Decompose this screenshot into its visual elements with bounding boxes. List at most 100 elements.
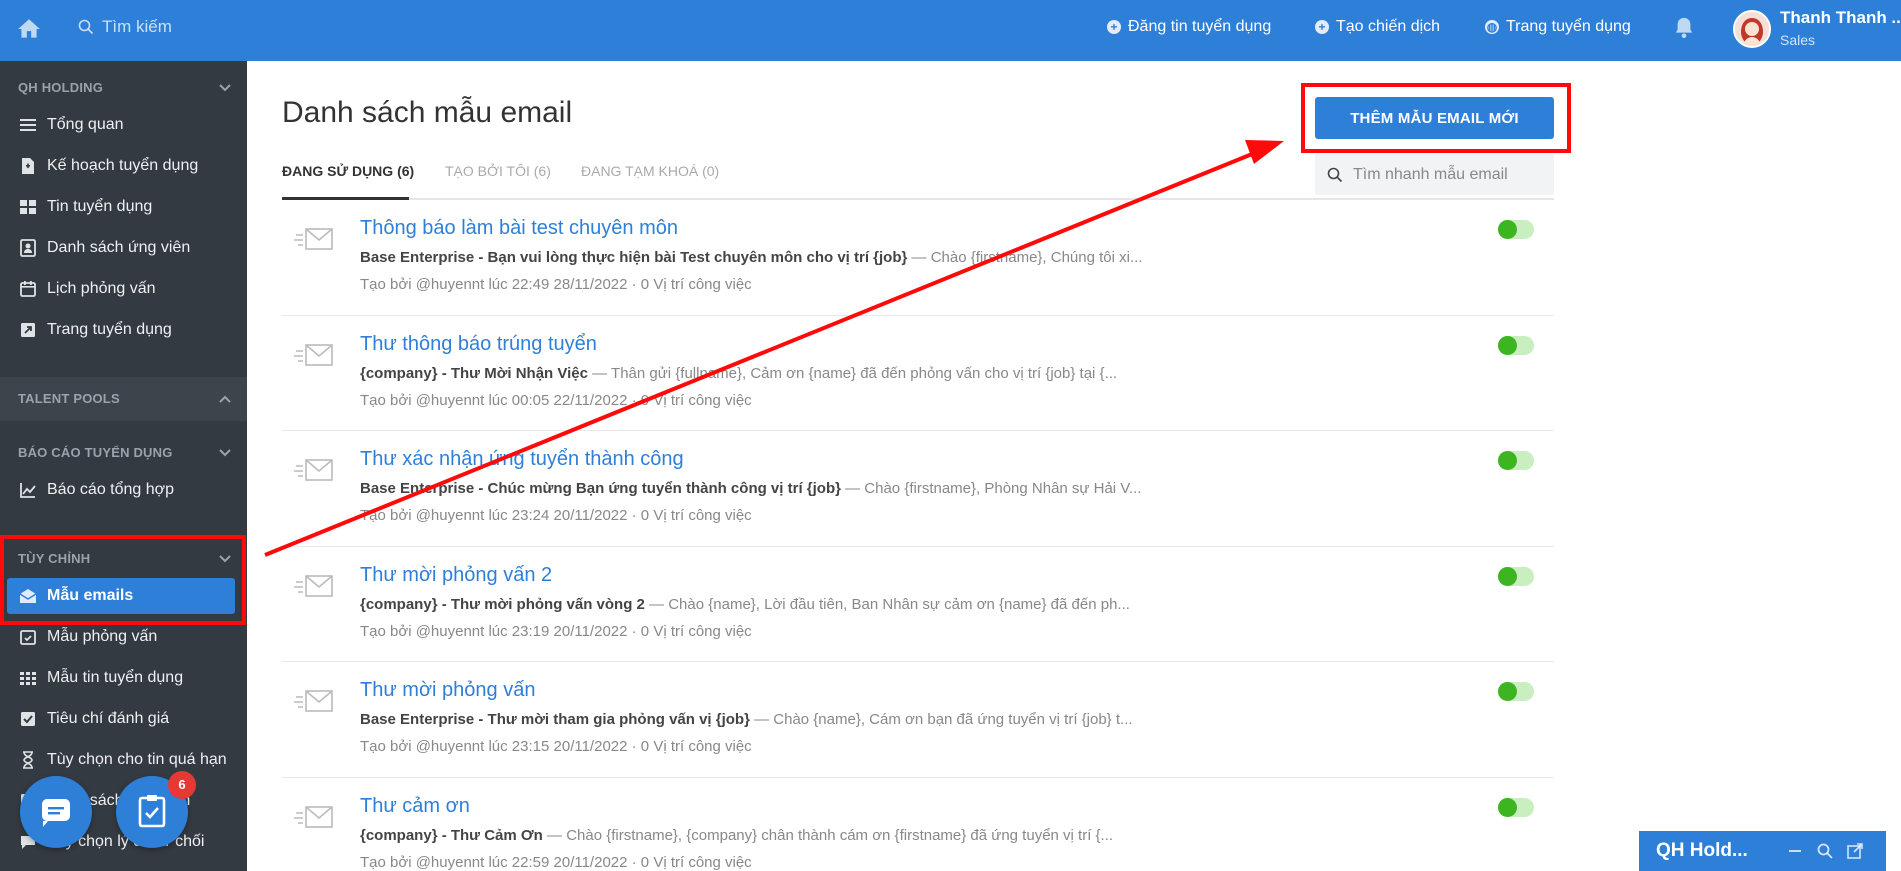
template-meta: Tạo bởi @huyennt lúc 22:49 28/11/2022 · …: [360, 276, 752, 293]
mini-panel-title: QH Hold...: [1656, 840, 1748, 861]
list-item[interactable]: Thư xác nhận ứng tuyển thành công Base E…: [282, 431, 1554, 547]
active-toggle[interactable]: [1498, 797, 1534, 817]
template-title[interactable]: Thư xác nhận ứng tuyển thành công: [360, 448, 684, 471]
list-item[interactable]: Thư cảm ơn {company} - Thư Cảm Ơn — Chào…: [282, 778, 1554, 871]
section-title: QH HOLDING: [18, 80, 104, 95]
sidebar-item-label: Tin tuyển dụng: [47, 198, 153, 215]
envelope-icon: [294, 574, 333, 597]
sidebar-item-interview-schedule[interactable]: Lịch phỏng vấn: [7, 271, 235, 307]
section-recruitment-report[interactable]: BÁO CÁO TUYỂN DỤNG: [0, 433, 247, 473]
task-count-badge: 6: [168, 771, 196, 799]
template-preview: — Chào {firstname}, Chúng tôi xi...: [907, 249, 1143, 266]
email-template-list: Thông báo làm bài test chuyên môn Base E…: [282, 200, 1554, 871]
grid-dots-icon: [20, 672, 36, 685]
tab-in-use[interactable]: ĐANG SỬ DỤNG (6): [282, 163, 414, 179]
sidebar-item-label: Tùy chọn cho tin quá hạn: [47, 751, 227, 768]
list-item[interactable]: Thư mời phỏng vấn 2 {company} - Thư mời …: [282, 547, 1554, 662]
sidebar-item-candidates[interactable]: Danh sách ứng viên: [7, 230, 235, 266]
template-subject: {company} - Thư Mời Nhận Việc: [360, 364, 588, 382]
quick-search-placeholder: Tìm nhanh mẫu email: [1353, 165, 1508, 183]
template-subject: Base Enterprise - Bạn vui lòng thực hiện…: [360, 249, 908, 266]
template-title[interactable]: Thư thông báo trúng tuyển: [360, 333, 597, 356]
line-chart-icon: [20, 483, 36, 498]
sidebar-item-label: Kế hoạch tuyển dụng: [47, 157, 199, 174]
template-title[interactable]: Thư cảm ơn: [360, 795, 470, 818]
sidebar-item-label: Trang tuyển dụng: [47, 321, 172, 338]
chat-button[interactable]: [20, 776, 92, 848]
sidebar-item-job-posts[interactable]: Tin tuyển dụng: [7, 189, 235, 225]
list-item[interactable]: Thư mời phỏng vấn Base Enterprise - Thư …: [282, 662, 1554, 778]
template-description: {company} - Thư Cảm Ơn — Chào {firstname…: [360, 827, 1160, 844]
envelope-icon: [294, 228, 333, 250]
template-description: Base Enterprise - Thư mời tham gia phỏng…: [360, 711, 1160, 728]
envelope-icon: [294, 343, 333, 366]
sidebar-item-job-templates[interactable]: Mẫu tin tuyển dụng: [7, 660, 235, 696]
user-role: Sales: [1780, 32, 1816, 48]
template-preview: — Chào {name}, Cám ơn bạn đã ứng tuyển v…: [749, 711, 1133, 728]
template-description: Base Enterprise - Bạn vui lòng thực hiện…: [360, 249, 1160, 266]
template-preview: — Chào {firstname}, {company} chân thành…: [542, 826, 1114, 844]
template-title[interactable]: Thư mời phỏng vấn: [360, 679, 535, 702]
user-avatar-icon: [1735, 12, 1769, 46]
sidebar-item-overview[interactable]: Tổng quan: [7, 107, 235, 143]
top-bar: Tìm kiếm + Đăng tin tuyển dụng + Tạo chi…: [0, 0, 1901, 61]
home-icon[interactable]: [16, 16, 42, 42]
section-talent-pools[interactable]: TALENT POOLS: [0, 377, 247, 421]
template-meta: Tạo bởi @huyennt lúc 00:05 22/11/2022 · …: [360, 391, 752, 409]
section-qh-holding[interactable]: QH HOLDING: [0, 68, 247, 108]
active-toggle[interactable]: [1498, 682, 1534, 701]
active-toggle[interactable]: [1498, 451, 1534, 470]
popout-icon[interactable]: [1846, 842, 1864, 860]
sidebar-item-evaluation-criteria[interactable]: Tiêu chí đánh giá: [7, 701, 235, 737]
sidebar-item-recruitment-plan[interactable]: Kế hoạch tuyển dụng: [7, 148, 235, 184]
sidebar-item-label: Mẫu tin tuyển dụng: [47, 669, 184, 686]
contact-card-icon: [20, 239, 36, 257]
nav-post-job[interactable]: + Đăng tin tuyển dụng: [1107, 18, 1271, 36]
active-toggle[interactable]: [1498, 566, 1534, 586]
chevron-down-icon: [219, 449, 231, 457]
section-title: BÁO CÁO TUYỂN DỤNG: [18, 445, 173, 460]
globe-icon: ◍: [1485, 20, 1499, 34]
search-icon: [78, 19, 94, 35]
external-link-icon: [21, 323, 35, 337]
template-subject: Base Enterprise - Chúc mừng Bạn ứng tuyể…: [360, 480, 841, 497]
nav-create-campaign[interactable]: + Tạo chiến dịch: [1315, 18, 1440, 36]
template-subject: {company} - Thư Cảm Ơn: [360, 826, 543, 844]
search-icon[interactable]: [1816, 842, 1834, 860]
active-toggle[interactable]: [1498, 220, 1534, 239]
chat-mini-panel[interactable]: QH Hold...: [1639, 831, 1886, 871]
active-toggle[interactable]: [1498, 335, 1534, 355]
avatar[interactable]: [1733, 10, 1771, 48]
plus-circle-icon: +: [1107, 20, 1121, 34]
global-search[interactable]: Tìm kiếm: [78, 17, 172, 37]
minimize-icon[interactable]: [1786, 842, 1804, 860]
list-item[interactable]: Thông báo làm bài test chuyên môn Base E…: [282, 200, 1554, 316]
list-item[interactable]: Thư thông báo trúng tuyển {company} - Th…: [282, 316, 1554, 431]
user-name[interactable]: Thanh Thanh ...: [1780, 8, 1901, 28]
template-title[interactable]: Thư mời phỏng vấn 2: [360, 564, 552, 587]
template-meta: Tạo bởi @huyennt lúc 23:24 20/11/2022 · …: [360, 507, 752, 524]
chat-icon: [42, 799, 70, 827]
tab-paused[interactable]: ĐANG TẠM KHOÁ (0): [581, 163, 719, 179]
template-title[interactable]: Thông báo làm bài test chuyên môn: [360, 217, 678, 240]
calendar-icon: [20, 281, 36, 297]
nav-post-job-label: Đăng tin tuyển dụng: [1128, 18, 1272, 35]
sidebar-item-label: Tiêu chí đánh giá: [47, 710, 170, 727]
page-title: Danh sách mẫu email: [282, 96, 573, 129]
bell-icon[interactable]: [1673, 15, 1695, 41]
template-meta: Tạo bởi @huyennt lúc 23:15 20/11/2022 · …: [360, 738, 752, 755]
section-title: TALENT POOLS: [18, 391, 120, 406]
quick-search-input[interactable]: Tìm nhanh mẫu email: [1315, 154, 1554, 195]
envelope-icon: [294, 690, 333, 712]
tab-created-by-me[interactable]: TẠO BỞI TÔI (6): [445, 163, 551, 179]
highlight-email-templates-box: [0, 535, 246, 625]
global-search-placeholder: Tìm kiếm: [102, 17, 172, 36]
checkbox-icon: [21, 712, 35, 726]
sidebar-item-label: Mẫu phỏng vấn: [47, 628, 158, 645]
plus-circle-icon: +: [1315, 20, 1329, 34]
nav-career-page[interactable]: ◍ Trang tuyển dụng: [1485, 18, 1631, 36]
search-icon: [1327, 167, 1343, 182]
sidebar-item-expired-options[interactable]: Tùy chọn cho tin quá hạn: [7, 742, 235, 778]
sidebar-item-summary-report[interactable]: Báo cáo tổng hợp: [7, 472, 235, 508]
sidebar-item-career-page[interactable]: Trang tuyển dụng: [7, 312, 235, 348]
